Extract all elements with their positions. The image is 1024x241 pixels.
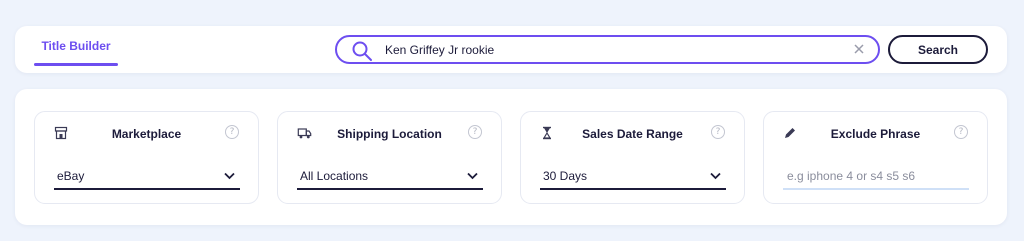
help-icon[interactable]: ? (225, 125, 239, 139)
shipping-location-select[interactable]: All Locations (297, 164, 483, 190)
exclude-phrase-input[interactable] (783, 164, 969, 190)
filter-panel: Marketplace ? eBay Shipping Location ? A… (15, 89, 1007, 225)
marketplace-select[interactable]: eBay (54, 164, 240, 190)
chevron-down-icon (467, 172, 478, 180)
marketplace-card: Marketplace ? eBay (34, 111, 259, 204)
select-underline (54, 188, 240, 190)
search-box (335, 35, 880, 64)
active-tab-indicator (34, 63, 118, 66)
search-icon (352, 41, 372, 61)
chevron-down-icon (224, 172, 235, 180)
tab-title-builder[interactable]: Title Builder (34, 26, 118, 66)
exclude-phrase-card: Exclude Phrase ? (763, 111, 988, 204)
sales-date-range-select[interactable]: 30 Days (540, 164, 726, 190)
search-input[interactable] (385, 40, 835, 60)
top-bar: Title Builder Search (15, 26, 1007, 73)
sales-date-range-card: Sales Date Range ? 30 Days (520, 111, 745, 204)
chevron-down-icon (710, 172, 721, 180)
sales-date-range-value: 30 Days (543, 169, 588, 183)
help-icon[interactable]: ? (954, 125, 968, 139)
help-icon[interactable]: ? (711, 125, 725, 139)
select-underline (540, 188, 726, 190)
clear-search-icon[interactable] (853, 43, 865, 55)
marketplace-value: eBay (57, 169, 85, 183)
select-underline (297, 188, 483, 190)
help-icon[interactable]: ? (468, 125, 482, 139)
search-button[interactable]: Search (888, 35, 988, 64)
shipping-location-value: All Locations (300, 169, 369, 183)
shipping-location-card: Shipping Location ? All Locations (277, 111, 502, 204)
